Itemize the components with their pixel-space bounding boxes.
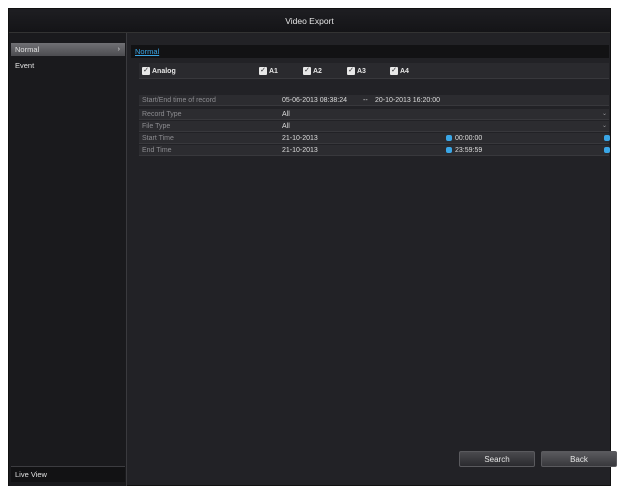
chevron-down-icon[interactable]: ⌄ bbox=[602, 121, 607, 132]
record-type-label: Record Type bbox=[142, 111, 182, 118]
checkbox-icon: ✓ bbox=[142, 67, 150, 75]
channel-row: ✓ Analog ✓ A1 ✓ A2 ✓ A3 ✓ A4 bbox=[139, 63, 609, 79]
channel-checkbox-a4[interactable]: ✓ A4 bbox=[390, 67, 409, 76]
chevron-down-icon[interactable]: ⌄ bbox=[602, 109, 607, 120]
sidebar-item-label: Event bbox=[15, 61, 35, 70]
channel-label: A1 bbox=[269, 68, 278, 75]
sidebar-item-event[interactable]: Event bbox=[11, 59, 125, 72]
main-panel: Normal ✓ Analog ✓ A1 ✓ A2 ✓ A3 ✓ A4 Star… bbox=[131, 39, 610, 483]
end-date-field[interactable]: 21-10-2013 bbox=[282, 145, 318, 156]
chevron-right-icon: › bbox=[117, 46, 120, 53]
search-button[interactable]: Search bbox=[459, 451, 535, 467]
record-range-label: Start/End time of record bbox=[142, 97, 216, 104]
live-view-button[interactable]: Live View bbox=[11, 466, 125, 482]
analog-label: Analog bbox=[152, 68, 176, 75]
checkbox-icon: ✓ bbox=[303, 67, 311, 75]
start-time-field[interactable]: 00:00:00 bbox=[455, 133, 482, 144]
file-type-label: File Type bbox=[142, 123, 171, 130]
record-end-value: 20-10-2013 16:20:00 bbox=[375, 97, 440, 104]
file-type-select[interactable]: All bbox=[282, 121, 290, 132]
channel-label: A4 bbox=[400, 68, 409, 75]
start-time-label: Start Time bbox=[142, 135, 174, 142]
record-type-row[interactable]: Record Type All ⌄ bbox=[139, 109, 609, 120]
start-time-row: Start Time 21-10-2013 00:00:00 bbox=[139, 133, 610, 144]
window-title: Video Export bbox=[9, 9, 610, 33]
sidebar-item-label: Normal bbox=[15, 45, 40, 54]
end-time-label: End Time bbox=[142, 147, 172, 154]
channel-label: A3 bbox=[357, 68, 366, 75]
sidebar-item-normal[interactable]: Normal › bbox=[11, 43, 125, 56]
start-date-field[interactable]: 21-10-2013 bbox=[282, 133, 318, 144]
sidebar: Normal › Event Live View bbox=[9, 33, 127, 486]
clock-icon[interactable] bbox=[446, 147, 452, 153]
calendar-icon[interactable] bbox=[604, 147, 610, 153]
checkbox-icon: ✓ bbox=[259, 67, 267, 75]
calendar-icon[interactable] bbox=[604, 135, 610, 141]
checkbox-icon: ✓ bbox=[390, 67, 398, 75]
channel-label: A2 bbox=[313, 68, 322, 75]
back-button[interactable]: Back bbox=[541, 451, 617, 467]
checkbox-icon: ✓ bbox=[347, 67, 355, 75]
record-start-value: 05-06-2013 08:38:24 bbox=[282, 97, 347, 104]
end-time-row: End Time 21-10-2013 23:59:59 bbox=[139, 145, 610, 156]
export-form: ✓ Analog ✓ A1 ✓ A2 ✓ A3 ✓ A4 Start/End time o… bbox=[139, 63, 610, 167]
analog-checkbox[interactable]: ✓ Analog bbox=[142, 67, 176, 76]
channel-checkbox-a1[interactable]: ✓ A1 bbox=[259, 67, 278, 76]
end-time-field[interactable]: 23:59:59 bbox=[455, 145, 482, 156]
channel-checkbox-a2[interactable]: ✓ A2 bbox=[303, 67, 322, 76]
tab-normal[interactable]: Normal bbox=[135, 46, 159, 57]
file-type-row[interactable]: File Type All ⌄ bbox=[139, 121, 609, 132]
channel-checkbox-a3[interactable]: ✓ A3 bbox=[347, 67, 366, 76]
clock-icon[interactable] bbox=[446, 135, 452, 141]
record-range-row: Start/End time of record 05-06-2013 08:3… bbox=[139, 95, 609, 106]
tab-bar: Normal bbox=[131, 45, 609, 58]
record-range-separator: -- bbox=[363, 97, 368, 104]
video-export-window: Video Export Normal › Event Live View No… bbox=[8, 8, 617, 486]
record-type-select[interactable]: All bbox=[282, 109, 290, 120]
